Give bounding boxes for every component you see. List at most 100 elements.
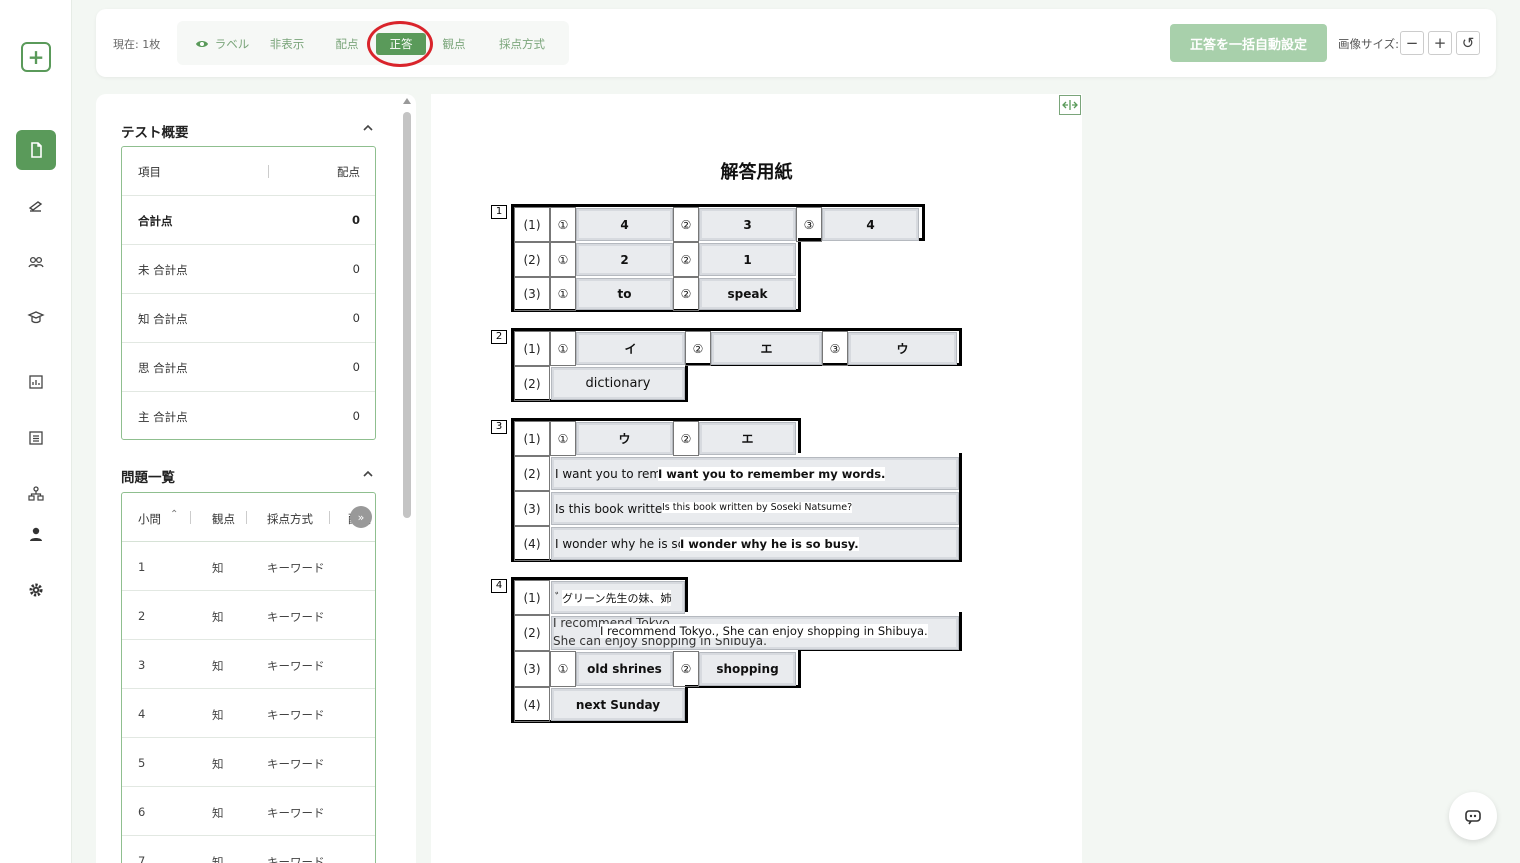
rail-list[interactable] [16, 418, 56, 458]
rail-user[interactable] [16, 514, 56, 554]
chevron-up-icon[interactable] [362, 468, 374, 480]
tab-scoring-method[interactable]: 採点方式 [489, 33, 555, 55]
gear-icon [29, 583, 43, 597]
question-number: 1 [491, 205, 507, 219]
rail-settings[interactable] [16, 570, 56, 610]
answer-box[interactable]: dictionary [551, 367, 685, 400]
chat-support-button[interactable] [1449, 792, 1497, 840]
col-small-question[interactable]: 小問 [138, 511, 161, 527]
handwritten-answer: I wonder why he is sc [555, 536, 685, 551]
recognized-answer: I recommend Tokyo., She can enjoy shoppi… [600, 624, 928, 638]
answer-box[interactable]: shopping [699, 652, 796, 686]
resize-icon [1062, 100, 1078, 110]
question-number: 2 [491, 330, 507, 344]
table-row[interactable]: 1 知 キーワード [122, 542, 375, 591]
answer-box[interactable]: 1 [699, 243, 796, 276]
group-icon [28, 256, 44, 268]
current-sheet-count: 現在: 1枚 [113, 38, 161, 51]
side-rail: + [0, 0, 72, 863]
add-icon[interactable]: + [21, 42, 51, 72]
auto-set-answers-button[interactable]: 正答を一括自動設定 [1170, 24, 1327, 62]
handwritten-answer: Is this book written [555, 501, 670, 516]
panel-scrollbar[interactable] [403, 112, 411, 518]
graduation-cap-icon [27, 311, 45, 324]
answer-box[interactable]: old shrines [576, 652, 673, 686]
chevron-up-icon[interactable] [362, 122, 374, 134]
zoom-out-button[interactable]: − [1400, 31, 1424, 55]
q1-grid: (1) ① 4 ② 3 ③ 4 (2) ① 2 ② 1 (3) ① to ② s… [514, 207, 919, 311]
zoom-in-button[interactable]: + [1428, 31, 1452, 55]
chat-bot-icon [1465, 810, 1481, 825]
col-scoring-method: 採点方式 [267, 512, 313, 526]
table-row[interactable]: 5 知 キーワード [122, 738, 375, 787]
recognized-answer: I wonder why he is so busy. [680, 537, 859, 551]
header-points: 配点 [337, 165, 360, 179]
tab-label-text: ラベル [214, 37, 250, 51]
summary-table: 項目 配点 合計点 0 未 合計点 0 知 合計点 0 思 合計点 0 主 合計… [121, 146, 376, 440]
reset-zoom-button[interactable]: ↺ [1456, 31, 1480, 55]
eye-icon [195, 41, 208, 47]
question-number: 4 [491, 579, 507, 593]
recognized-answer: グリーン先生の妹、姉 [562, 590, 672, 606]
question-table-header: 小問 ⌃ 観点 採点方式 配点 » [122, 493, 375, 542]
header-item: 項目 [138, 165, 161, 179]
table-row[interactable]: 7 知 キーワード [122, 836, 375, 863]
scroll-columns-icon[interactable]: » [350, 506, 372, 528]
answer-box[interactable]: イ [576, 332, 685, 365]
table-row[interactable]: 6 知 キーワード [122, 787, 375, 836]
rail-answer-sheet[interactable] [16, 130, 56, 170]
recognized-answer: Is this book written by Soseki Natsume? [662, 502, 853, 513]
handwritten-answer: I want you to rem [555, 466, 662, 481]
answer-box[interactable]: 4 [822, 208, 919, 241]
rail-graduation[interactable] [16, 298, 56, 338]
question-list-title: 問題一覧 [121, 470, 175, 486]
highlight-circle [367, 21, 433, 67]
table-row[interactable]: 2 知 キーワード [122, 591, 375, 640]
tab-label[interactable]: ラベル [189, 33, 255, 55]
recognized-answer: I want you to remember my words. [658, 467, 886, 481]
scroll-up-arrow[interactable] [403, 98, 411, 104]
test-summary-title: テスト概要 [121, 125, 189, 141]
top-toolbar: 現在: 1枚 ラベル 非表示 配点 正答 観点 採点方式 正答を一括自動設定 画… [96, 9, 1496, 77]
answer-box[interactable]: 4 [576, 208, 673, 241]
summary-row: 主 合計点 0 [138, 409, 360, 424]
hierarchy-icon [28, 486, 44, 501]
question-table: 小問 ⌃ 観点 採点方式 配点 » 1 知 キーワード 2 知 キーワード 3 … [121, 492, 376, 863]
answer-sheet: 解答用紙 1 (1) ① 4 ② 3 ③ 4 (2) ① 2 ② 1 (3) ①… [431, 94, 1082, 863]
image-size-label: 画像サイズ: [1338, 37, 1400, 51]
answer-box[interactable]: ウ [848, 332, 957, 365]
summary-row: 未 合計点 0 [122, 245, 375, 294]
sheet-title: 解答用紙 [720, 162, 793, 183]
handwritten-mark: ﾞ [555, 591, 562, 605]
rail-report[interactable] [16, 362, 56, 402]
sort-icon[interactable]: ⌃ [170, 509, 178, 520]
answer-box[interactable]: 3 [699, 208, 796, 241]
summary-header: 項目 配点 [122, 147, 375, 196]
tab-hidden[interactable]: 非表示 [261, 33, 313, 55]
answer-box[interactable]: エ [711, 332, 822, 365]
summary-row: 思 合計点 0 [122, 343, 375, 392]
rail-hierarchy[interactable] [16, 474, 56, 514]
answer-box[interactable]: エ [699, 422, 796, 455]
report-icon [29, 375, 43, 389]
table-row[interactable]: 3 知 キーワード [122, 640, 375, 689]
answer-box[interactable]: speak [699, 278, 796, 310]
answer-box[interactable]: to [576, 278, 673, 310]
resize-handle[interactable] [1059, 95, 1081, 115]
document-icon [31, 142, 42, 158]
pen-paper-icon [28, 201, 43, 212]
col-viewpoint: 観点 [212, 512, 235, 526]
table-row[interactable]: 4 知 キーワード [122, 689, 375, 738]
answer-box[interactable]: 2 [576, 243, 673, 276]
rail-scoring[interactable] [16, 186, 56, 226]
summary-row: 知 合計点 0 [122, 294, 375, 343]
list-icon [29, 431, 43, 445]
question-number: 3 [491, 420, 507, 434]
summary-panel: テスト概要 項目 配点 合計点 0 未 合計点 0 知 合計点 0 思 合計点 … [96, 94, 416, 863]
answer-box[interactable]: next Sunday [551, 688, 685, 721]
rail-students[interactable] [16, 242, 56, 282]
tab-points[interactable]: 配点 [325, 33, 369, 55]
tab-viewpoint[interactable]: 観点 [432, 33, 476, 55]
answer-box[interactable]: ウ [576, 422, 673, 455]
summary-row: 合計点 0 [122, 196, 375, 245]
